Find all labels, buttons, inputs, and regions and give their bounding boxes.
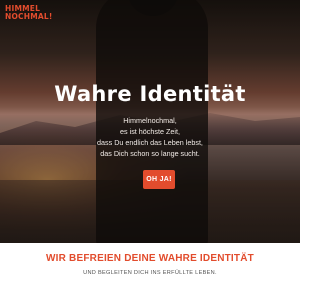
logo-line-2: NOCHMAL! xyxy=(5,12,53,21)
logo[interactable]: HIMMEL NOCHMAL! xyxy=(5,5,53,21)
hero-text-line: das Dich schon so lange sucht. xyxy=(100,149,200,158)
hero-text-line: Himmelnochmal, xyxy=(123,116,177,125)
cta-button[interactable]: OH JA! xyxy=(143,170,175,189)
page: HIMMEL NOCHMAL! Wahre Identität Himmelno… xyxy=(0,0,300,281)
hero-text-line: es ist höchste Zeit, xyxy=(120,127,180,136)
hero-section: HIMMEL NOCHMAL! Wahre Identität Himmelno… xyxy=(0,0,300,243)
hero-text-line: dass Du endlich das Leben lebst, xyxy=(97,138,203,147)
hero-title: Wahre Identität xyxy=(54,82,246,106)
section-title: WIR BEFREIEN DEINE WAHRE IDENTITÄT xyxy=(46,253,254,264)
hero-text: Himmelnochmal, es ist höchste Zeit, dass… xyxy=(0,115,300,159)
section-subtitle: UND BEGLEITEN DICH INS ERFÜLLTE LEBEN. xyxy=(83,270,217,276)
